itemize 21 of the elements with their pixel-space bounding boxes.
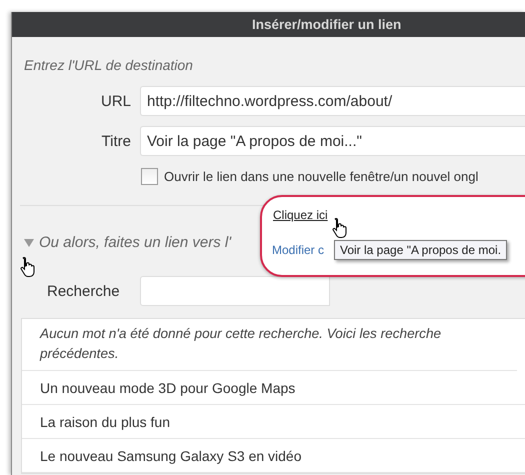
field-label: Titre: [100, 132, 132, 150]
click-here-link[interactable]: Cliquez ici: [273, 208, 328, 222]
result-item[interactable]: Un nouveau mode 3D pour Google Maps: [22, 371, 525, 405]
hand-cursor-icon: [20, 256, 36, 278]
checkbox-label: Ouvrir le lien dans une nouvelle fenêtre/un nouvel ongl: [164, 169, 478, 184]
results-notice: Aucun mot n'a été donné pour cette recherche. Voici les recherche précédentes.: [22, 319, 517, 371]
text-field[interactable]: http://filtechno.wordpress.com/about/: [140, 86, 525, 116]
hand-cursor-icon: [332, 217, 348, 239]
down-triangle-icon[interactable]: [24, 238, 34, 248]
search-field[interactable]: [140, 276, 330, 306]
dialog-title: Insérer/modifier un lien: [12, 12, 525, 37]
result-item[interactable]: Le nouveau Samsung Galaxy S3 en vidéo: [22, 439, 525, 473]
edit-link[interactable]: Modifier c: [272, 243, 324, 257]
link-existing-toggle[interactable]: Ou alors, faites un lien vers l': [39, 234, 232, 251]
field-label: URL: [100, 92, 132, 110]
search-label: Recherche: [46, 282, 121, 300]
result-item[interactable]: La raison du plus fun: [22, 405, 525, 439]
tooltip: Voir la page "A propos de moi.: [334, 240, 508, 260]
checkbox[interactable]: [141, 168, 158, 185]
text-field[interactable]: Voir la page "A propos de moi...": [140, 126, 525, 156]
url-hint: Entrez l'URL de destination: [24, 57, 194, 73]
